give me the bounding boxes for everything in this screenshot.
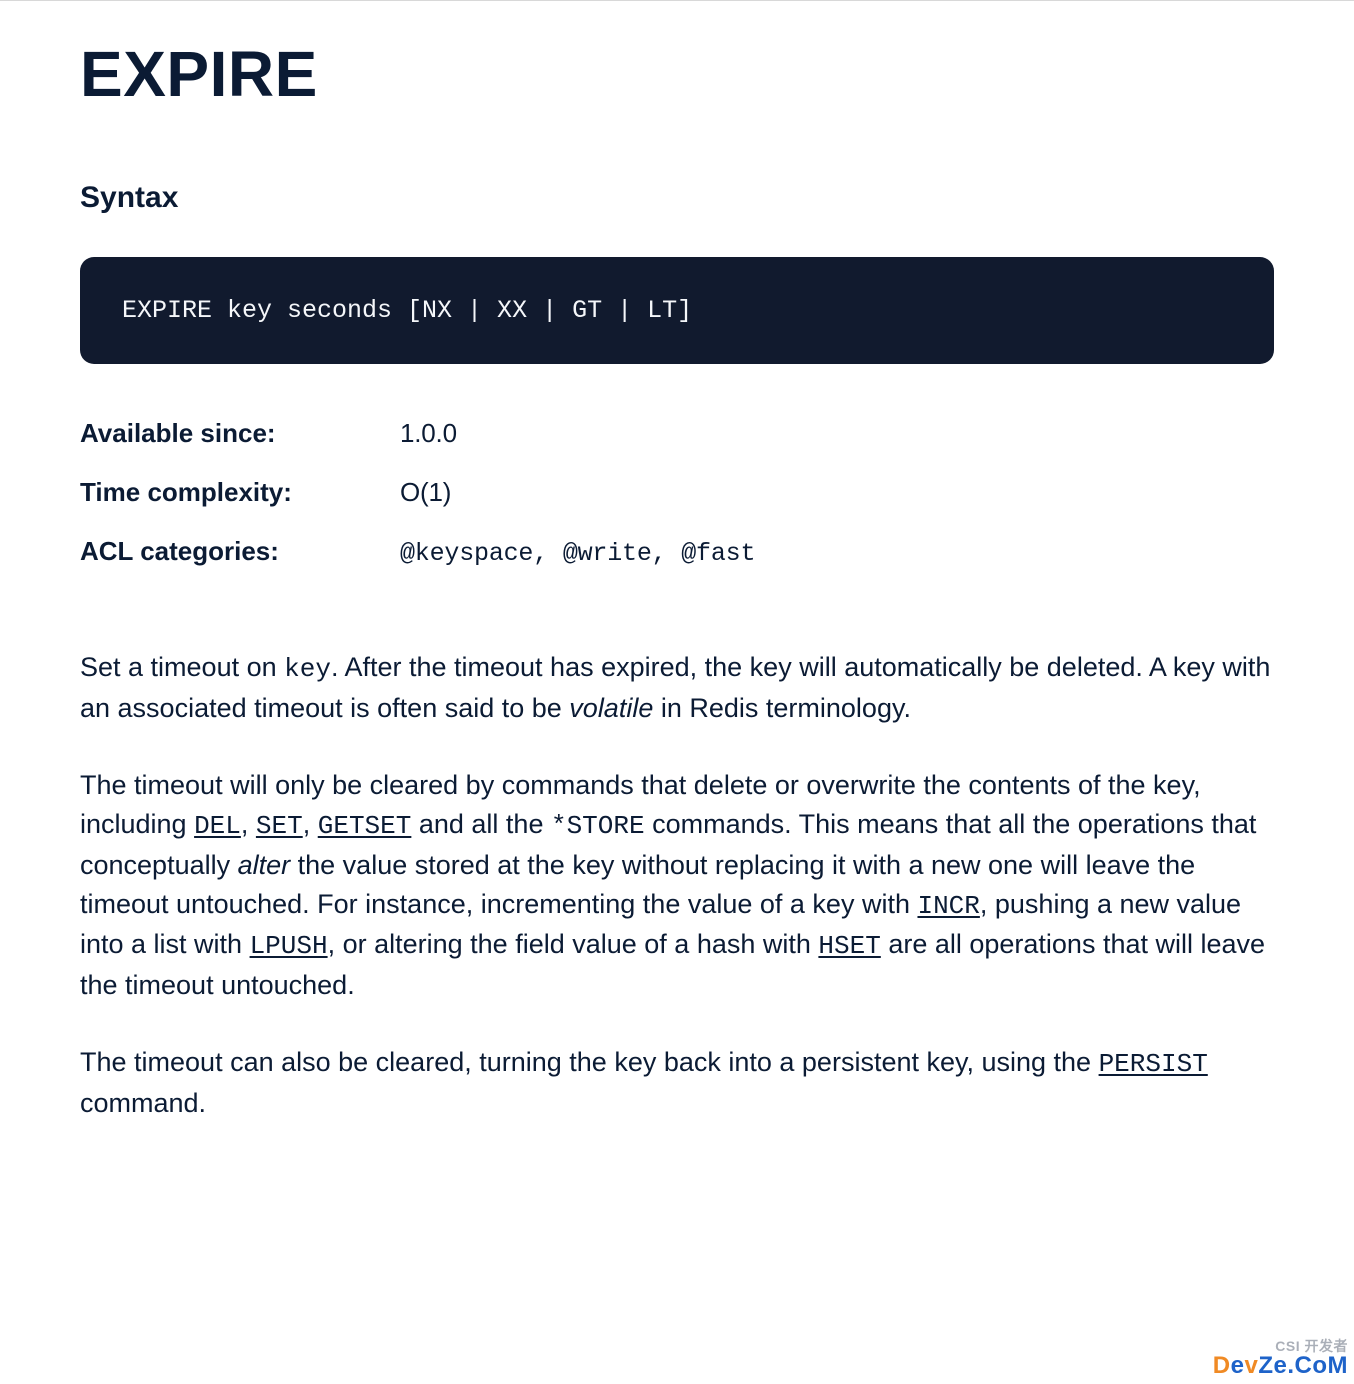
emphasis-volatile: volatile (569, 693, 653, 723)
text: , or altering the field value of a hash … (328, 929, 819, 959)
text: , (303, 809, 318, 839)
metadata-table: Available since: 1.0.0 Time complexity: … (80, 418, 1274, 568)
text: Set a timeout on (80, 652, 284, 682)
meta-row-acl-categories: ACL categories: @keyspace, @write, @fast (80, 536, 1274, 568)
watermark-letter: e (1231, 1352, 1245, 1379)
emphasis-alter: alter (238, 850, 291, 880)
link-del[interactable]: DEL (194, 811, 241, 841)
description-paragraph-1: Set a timeout on key. After the timeout … (80, 648, 1274, 728)
link-hset[interactable]: HSET (818, 931, 880, 961)
meta-value: 1.0.0 (400, 418, 457, 449)
watermark-line2: DevZe.CoM (1213, 1352, 1348, 1380)
description-paragraph-3: The timeout can also be cleared, turning… (80, 1043, 1274, 1123)
syntax-code-block: EXPIRE key seconds [NX | XX | GT | LT] (80, 257, 1274, 364)
link-getset[interactable]: GETSET (318, 811, 412, 841)
watermark-line1: CSI 开发者 (1213, 1336, 1348, 1356)
inline-code-store: *STORE (551, 811, 645, 841)
text: , (241, 809, 256, 839)
text: and all the (411, 809, 551, 839)
meta-label: Available since: (80, 418, 400, 449)
link-lpush[interactable]: LPUSH (250, 931, 328, 961)
watermark-letter: v (1244, 1352, 1258, 1379)
meta-label: Time complexity: (80, 477, 400, 508)
watermark-letter: e.CoM (1274, 1352, 1349, 1379)
page-title: EXPIRE (80, 37, 1274, 111)
syntax-heading: Syntax (80, 181, 1274, 215)
text: The timeout can also be cleared, turning… (80, 1047, 1099, 1077)
watermark-letter: D (1213, 1352, 1231, 1379)
inline-code-key: key (284, 654, 331, 684)
meta-label: ACL categories: (80, 536, 400, 567)
meta-value: @keyspace, @write, @fast (400, 539, 755, 568)
meta-row-available-since: Available since: 1.0.0 (80, 418, 1274, 449)
watermark-letter: Z (1258, 1352, 1273, 1379)
description-paragraph-2: The timeout will only be cleared by comm… (80, 766, 1274, 1005)
link-incr[interactable]: INCR (917, 891, 979, 921)
link-persist[interactable]: PERSIST (1099, 1049, 1208, 1079)
meta-row-time-complexity: Time complexity: O(1) (80, 477, 1274, 508)
text: in Redis terminology. (653, 693, 911, 723)
meta-value: O(1) (400, 477, 451, 508)
text: command. (80, 1088, 206, 1118)
watermark: CSI 开发者 DevZe.CoM (1213, 1336, 1348, 1380)
documentation-page: EXPIRE Syntax EXPIRE key seconds [NX | X… (0, 0, 1354, 1221)
link-set[interactable]: SET (256, 811, 303, 841)
